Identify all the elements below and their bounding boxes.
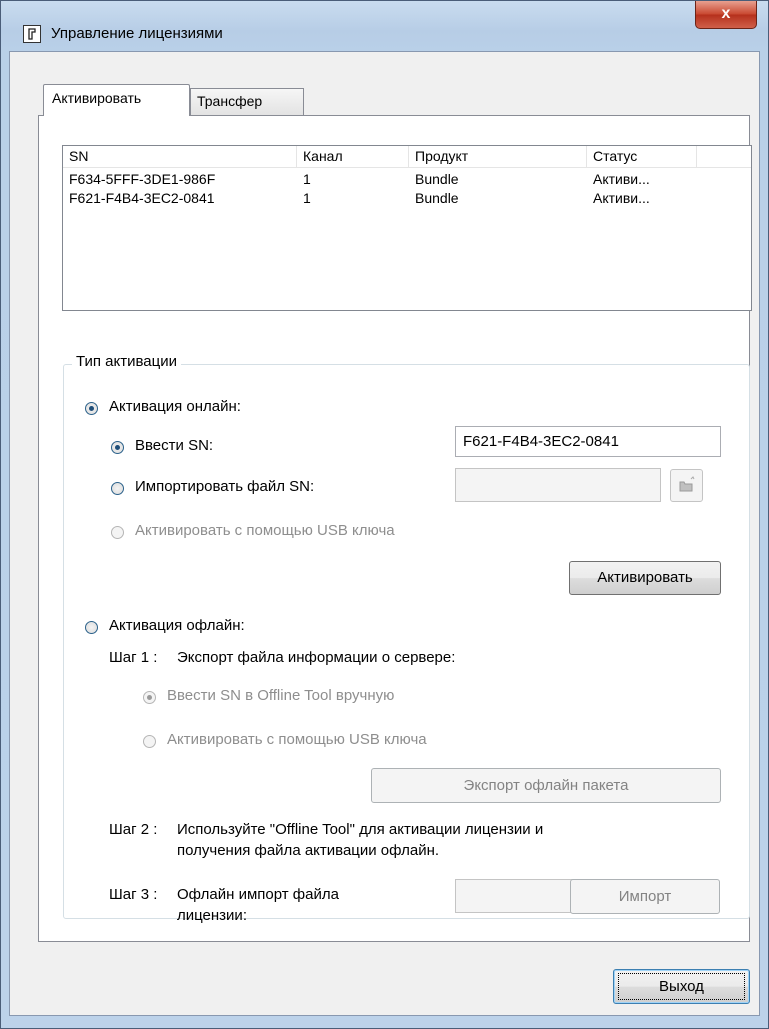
- online-activation-label[interactable]: Активация онлайн:: [109, 398, 241, 415]
- cell-product: Bundle: [415, 171, 459, 187]
- step2-label: Шаг 2 :: [109, 821, 158, 838]
- table-row[interactable]: F634-5FFF-3DE1-986F 1 Bundle Активи...: [63, 170, 751, 189]
- manual-sn-radio[interactable]: [143, 691, 156, 704]
- step3-text-line1: Офлайн импорт файла: [177, 886, 339, 903]
- activate-tab-panel: SN Канал Продукт Статус F634-5FFF-3DE1-9…: [38, 115, 752, 942]
- table-row[interactable]: F621-F4B4-3EC2-0841 1 Bundle Активи...: [63, 189, 751, 208]
- cell-channel: 1: [303, 171, 311, 187]
- activation-type-title: Тип активации: [72, 353, 181, 370]
- dialog-client-area: Активировать Трансфер SN Канал Продукт С…: [9, 51, 760, 1016]
- offline-activation-radio[interactable]: [85, 621, 98, 634]
- online-activation-radio[interactable]: [85, 402, 98, 415]
- sn-file-path-input[interactable]: [455, 468, 661, 502]
- offline-activation-label[interactable]: Активация офлайн:: [109, 617, 245, 634]
- manual-sn-label[interactable]: Ввести SN в Offline Tool вручную: [167, 687, 394, 704]
- activate-button[interactable]: Активировать: [569, 561, 721, 595]
- column-header-channel[interactable]: Канал: [297, 146, 409, 167]
- cell-channel: 1: [303, 190, 311, 206]
- tab-transfer-label: Трансфер: [197, 93, 263, 109]
- column-header-sn[interactable]: SN: [63, 146, 297, 167]
- tab-transfer[interactable]: Трансфер: [190, 88, 304, 116]
- tab-activate[interactable]: Активировать: [43, 84, 190, 116]
- sn-input[interactable]: F621-F4B4-3EC2-0841: [455, 426, 721, 457]
- cell-sn: F621-F4B4-3EC2-0841: [69, 190, 215, 206]
- import-sn-file-label[interactable]: Импортировать файл SN:: [135, 478, 314, 495]
- license-management-window: Управление лицензиями x Активировать Тра…: [0, 0, 769, 1029]
- enter-sn-label[interactable]: Ввести SN:: [135, 437, 213, 454]
- column-header-status[interactable]: Статус: [587, 146, 697, 167]
- step2-text-line1: Используйте "Offline Tool" для активации…: [177, 821, 544, 838]
- import-sn-file-radio[interactable]: [111, 482, 124, 495]
- online-usb-key-label[interactable]: Активировать с помощью USB ключа: [135, 522, 395, 539]
- cell-status: Активи...: [593, 171, 650, 187]
- cell-sn: F634-5FFF-3DE1-986F: [69, 171, 216, 187]
- close-icon: x: [721, 5, 731, 22]
- title-bar[interactable]: Управление лицензиями x: [1, 1, 768, 51]
- online-usb-key-radio[interactable]: [111, 526, 124, 539]
- license-list[interactable]: SN Канал Продукт Статус F634-5FFF-3DE1-9…: [62, 145, 752, 311]
- close-button[interactable]: x: [695, 1, 757, 29]
- exit-button-focus-rect: [618, 973, 745, 1000]
- browse-sn-file-button[interactable]: [670, 469, 703, 502]
- cell-product: Bundle: [415, 190, 459, 206]
- step2-text-line2: получения файла активации офлайн.: [177, 842, 440, 859]
- step1-text: Экспорт файла информации о сервере:: [177, 649, 456, 666]
- export-offline-package-button[interactable]: Экспорт офлайн пакета: [371, 768, 721, 803]
- step1-label: Шаг 1 :: [109, 649, 158, 666]
- step3-text-line2: лицензии:: [177, 907, 247, 924]
- license-list-header: SN Канал Продукт Статус: [63, 146, 751, 168]
- window-title: Управление лицензиями: [51, 25, 223, 42]
- folder-open-icon: [679, 476, 695, 492]
- enter-sn-radio[interactable]: [111, 441, 124, 454]
- step3-label: Шаг 3 :: [109, 886, 158, 903]
- offline-usb-key-label[interactable]: Активировать с помощью USB ключа: [167, 731, 427, 748]
- app-icon: [23, 25, 41, 43]
- tab-activate-label: Активировать: [52, 90, 142, 106]
- cell-status: Активи...: [593, 190, 650, 206]
- offline-usb-key-radio[interactable]: [143, 735, 156, 748]
- import-button[interactable]: Импорт: [570, 879, 720, 914]
- column-header-product[interactable]: Продукт: [409, 146, 587, 167]
